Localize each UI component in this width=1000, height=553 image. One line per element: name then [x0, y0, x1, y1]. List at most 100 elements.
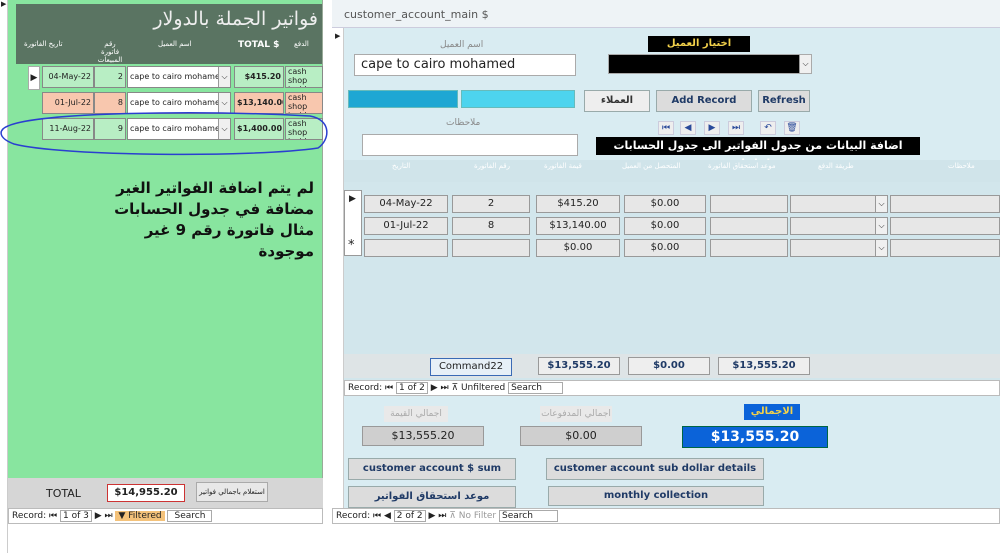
header-invoice-no: رقم فاتورة المبيعات: [97, 40, 123, 64]
header-date: تاريخ الفاتورة: [24, 40, 63, 48]
col-header-invoice-no: رقم الفاتورة: [474, 162, 510, 170]
refresh-button[interactable]: Refresh: [758, 90, 810, 112]
filter-label: Filtered: [128, 511, 162, 521]
nav-first-icon[interactable]: ⏮ ◀: [373, 511, 394, 521]
subform-record-nav: Record: ⏮ 1 of 2 ▶ ⏭ ⊼ Unfiltered Search: [344, 380, 1000, 396]
first-record-icon[interactable]: ⏮: [658, 121, 674, 135]
customers-button[interactable]: العملاء: [584, 90, 650, 112]
filter-label[interactable]: Unfiltered: [461, 383, 505, 393]
due-invoices-button[interactable]: موعد استحقاق الفواتير: [348, 486, 516, 508]
row-notes[interactable]: [890, 217, 1000, 235]
monthly-collection-button[interactable]: monthly collection: [548, 486, 764, 506]
row-invoice-no[interactable]: [452, 239, 530, 257]
auto-add-note: اضافة البيانات من جدول الفواتير الى جدول…: [596, 137, 920, 170]
right-selector-arrow[interactable]: ▶: [335, 32, 340, 40]
total-value: $14,955.20: [107, 484, 185, 502]
filter-icon: ⊼: [449, 511, 456, 521]
row-customer: cape to cairo mohamed: [130, 72, 225, 81]
right-record-selector-bar: [332, 28, 344, 523]
row-notes[interactable]: [890, 239, 1000, 257]
row-due-date[interactable]: [710, 195, 788, 213]
row-date[interactable]: 01-Jul-22: [364, 217, 448, 235]
command22-button[interactable]: Command22: [430, 358, 512, 376]
nav-next-icon[interactable]: ▶ ⏭: [431, 383, 452, 393]
row-total[interactable]: $415.20: [234, 66, 284, 88]
undo-icon[interactable]: ↶: [760, 121, 776, 135]
no-filter-label[interactable]: No Filter: [459, 511, 496, 521]
row-due-date[interactable]: [710, 217, 788, 235]
search-box[interactable]: Search: [167, 510, 213, 522]
form-title: customer_account_main $: [344, 8, 489, 21]
prev-record-icon[interactable]: ◀: [680, 121, 696, 135]
form-title: فواتير الجملة بالدولار: [153, 8, 318, 30]
row-collected[interactable]: $0.00: [624, 239, 706, 257]
annotation-note: لم يتم اضافة الفواتير الغير مضافة في جدو…: [114, 179, 314, 260]
sum-invoice-value: $13,555.20: [538, 357, 620, 375]
row-notes[interactable]: [890, 195, 1000, 213]
chevron-down-icon[interactable]: ⌵: [875, 240, 887, 256]
chevron-down-icon[interactable]: ⌵: [799, 55, 811, 73]
customer-account-sub-details-button[interactable]: customer account sub dollar details: [546, 458, 764, 480]
row-selector[interactable]: ▶: [28, 66, 40, 90]
customer-name-field[interactable]: cape to cairo mohamed: [354, 54, 576, 76]
new-row-marker: *: [348, 238, 355, 253]
row-collected[interactable]: $0.00: [624, 195, 706, 213]
add-record-button[interactable]: Add Record: [656, 90, 752, 112]
nav-first-icon[interactable]: ⏮: [49, 511, 60, 521]
last-record-icon[interactable]: ⏭: [728, 121, 744, 135]
row-collected[interactable]: $0.00: [624, 217, 706, 235]
sum-balance: $13,555.20: [718, 357, 810, 375]
row-invoice-no[interactable]: 2: [94, 66, 126, 88]
customer-account-sum-button[interactable]: customer account $ sum: [348, 458, 516, 480]
row-payment-method[interactable]: ⌵: [790, 217, 888, 235]
progress-bar-1: [348, 90, 458, 108]
next-record-icon[interactable]: ▶: [704, 121, 720, 135]
row-date[interactable]: [364, 239, 448, 257]
left-record-selector-bar: [0, 0, 8, 553]
wholesale-invoices-header: فواتير الجملة بالدولار تاريخ الفاتورة رق…: [16, 4, 322, 64]
filter-icon: ▼: [118, 511, 126, 521]
search-box[interactable]: Search: [498, 510, 558, 522]
left-record-nav: Record: ⏮ 1 of 3 ▶ ⏭ ▼ Filtered Search: [8, 508, 323, 524]
row-customer-combo[interactable]: cape to cairo mohamed ⌵: [127, 66, 231, 88]
customer-select[interactable]: ⌵: [608, 54, 812, 74]
row-invoice-value[interactable]: $415.20: [536, 195, 620, 213]
record-position[interactable]: 1 of 3: [59, 510, 92, 522]
left-selector-arrow[interactable]: ▶: [1, 0, 6, 8]
record-position[interactable]: 2 of 2: [393, 510, 426, 522]
row-selector-arrow[interactable]: ▶: [349, 194, 356, 204]
search-box[interactable]: Search: [508, 382, 564, 394]
filter-indicator[interactable]: ▼ Filtered: [115, 511, 165, 521]
grand-total: $13,555.20: [682, 426, 828, 448]
chevron-down-icon[interactable]: ⌵: [875, 196, 887, 212]
row-invoice-value[interactable]: $0.00: [536, 239, 620, 257]
row-payment[interactable]: cash shop inside: [285, 66, 323, 88]
row-invoice-no[interactable]: 2: [452, 195, 530, 213]
row-payment-method[interactable]: ⌵: [790, 195, 888, 213]
chevron-down-icon[interactable]: ⌵: [875, 218, 887, 234]
total-paid: $0.00: [520, 426, 642, 446]
record-label: Record:: [12, 511, 47, 521]
row-payment-method[interactable]: ⌵: [790, 239, 888, 257]
row-invoice-no[interactable]: 8: [452, 217, 530, 235]
row-customer: cape to cairo mohamed: [130, 98, 225, 107]
header-payment: الدفع: [294, 40, 309, 48]
row-date[interactable]: 04-May-22: [364, 195, 448, 213]
notes-field[interactable]: [362, 134, 578, 156]
delete-icon[interactable]: 🗑: [784, 121, 800, 135]
query-total-button[interactable]: استعلام باجمالي فواتير: [196, 482, 268, 502]
nav-next-icon[interactable]: ▶ ⏭: [429, 511, 450, 521]
total-paid-label: اجمالي المدفوعات: [540, 406, 612, 422]
row-due-date[interactable]: [710, 239, 788, 257]
choose-customer-label: اختيار العميل: [648, 36, 750, 52]
sum-collected: $0.00: [628, 357, 710, 375]
notes-label: ملاحظات: [446, 118, 481, 128]
nav-next-icon[interactable]: ▶ ⏭: [95, 511, 116, 521]
row-invoice-value[interactable]: $13,140.00: [536, 217, 620, 235]
record-label: Record:: [336, 511, 371, 521]
chevron-down-icon[interactable]: ⌵: [218, 67, 230, 87]
record-position[interactable]: 1 of 2: [395, 382, 428, 394]
row-date[interactable]: 04-May-22: [42, 66, 94, 88]
nav-first-icon[interactable]: ⏮: [385, 383, 396, 393]
filter-icon: ⊼: [451, 383, 459, 393]
